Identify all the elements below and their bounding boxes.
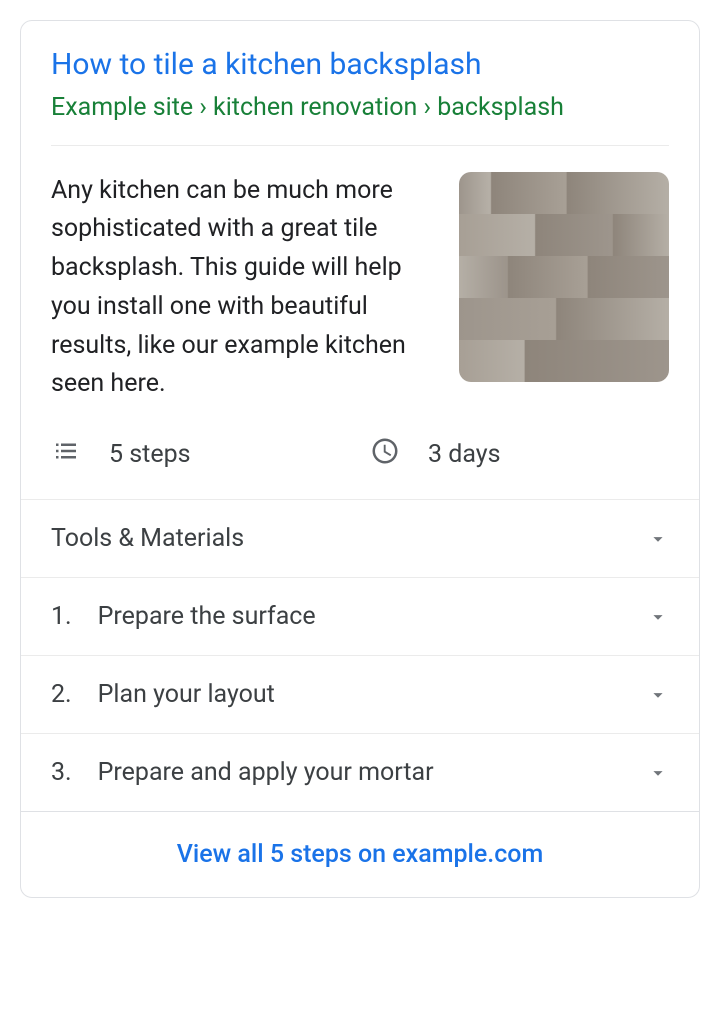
- chevron-down-icon: [647, 528, 669, 550]
- chevron-down-icon: [647, 762, 669, 784]
- view-all-link[interactable]: View all 5 steps on example.com: [177, 840, 544, 869]
- step-label: Prepare the surface: [98, 602, 316, 631]
- search-result-card: How to tile a kitchen backsplash Example…: [20, 20, 700, 898]
- meta-row: 5 steps 3 days: [21, 424, 699, 499]
- step-label: Prepare and apply your mortar: [98, 758, 434, 787]
- list-icon: [51, 436, 81, 473]
- step-number: 3.: [51, 758, 72, 787]
- chevron-down-icon: [647, 606, 669, 628]
- steps-meta: 5 steps: [51, 436, 350, 473]
- accordion: Tools & Materials 1. Prepare the surface…: [21, 499, 699, 812]
- accordion-label: Tools & Materials: [51, 524, 244, 553]
- steps-label: 5 steps: [109, 440, 191, 469]
- result-title[interactable]: How to tile a kitchen backsplash: [51, 45, 669, 84]
- thumbnail-image[interactable]: [459, 172, 669, 382]
- accordion-tools-materials[interactable]: Tools & Materials: [21, 500, 699, 578]
- chevron-down-icon: [647, 684, 669, 706]
- step-number: 2.: [51, 680, 72, 709]
- duration-meta: 3 days: [370, 436, 669, 473]
- step-number: 1.: [51, 602, 72, 631]
- description-row: Any kitchen can be much more sophisticat…: [21, 146, 699, 425]
- accordion-step-1[interactable]: 1. Prepare the surface: [21, 578, 699, 656]
- clock-icon: [370, 436, 400, 473]
- step-label: Plan your layout: [98, 680, 275, 709]
- card-header: How to tile a kitchen backsplash Example…: [21, 21, 699, 145]
- accordion-step-2[interactable]: 2. Plan your layout: [21, 656, 699, 734]
- breadcrumb[interactable]: Example site › kitchen renovation › back…: [51, 92, 669, 125]
- duration-label: 3 days: [428, 440, 501, 469]
- card-footer: View all 5 steps on example.com: [21, 812, 699, 897]
- accordion-step-3[interactable]: 3. Prepare and apply your mortar: [21, 734, 699, 812]
- description-text: Any kitchen can be much more sophisticat…: [51, 172, 435, 405]
